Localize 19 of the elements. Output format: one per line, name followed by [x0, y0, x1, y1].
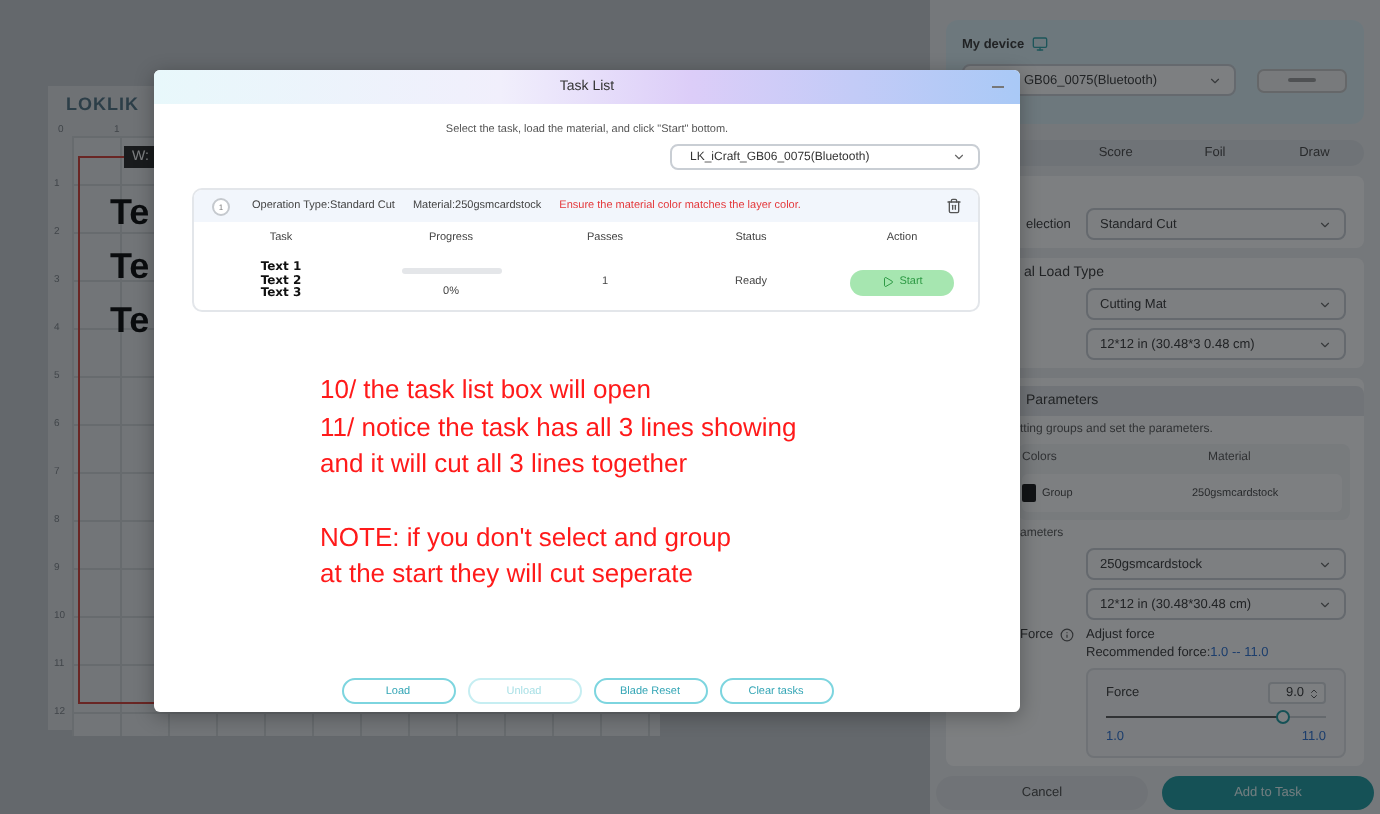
- canvas-text[interactable]: Te: [110, 194, 150, 230]
- play-icon: [881, 276, 894, 288]
- chevron-icon: [1318, 337, 1332, 351]
- chevron-icon: [1318, 557, 1332, 571]
- chevron-icon: [952, 150, 966, 164]
- monitor-icon: [1032, 36, 1049, 52]
- chevron-icon: [1318, 297, 1332, 311]
- slider-thumb[interactable]: [1276, 710, 1290, 724]
- cutter-drawing: [1256, 67, 1348, 93]
- info-icon[interactable]: [1059, 628, 1074, 642]
- chevron-icon: [1208, 73, 1222, 87]
- canvas-text[interactable]: Te: [110, 302, 150, 338]
- chevron-icon: [1318, 217, 1332, 231]
- annotation-text: NOTE: if you don't select and group at the start they will cut seperate: [320, 519, 734, 592]
- chevron-icon: [1318, 597, 1332, 611]
- logo: LOKLIK: [64, 92, 141, 118]
- annotation-text: 10/ the task list box will open 11/ notice the task has all 3 lines showing and it will cut all 3 lines together: [320, 372, 799, 482]
- trash-icon[interactable]: [946, 198, 962, 214]
- canvas-text[interactable]: Te: [110, 248, 150, 284]
